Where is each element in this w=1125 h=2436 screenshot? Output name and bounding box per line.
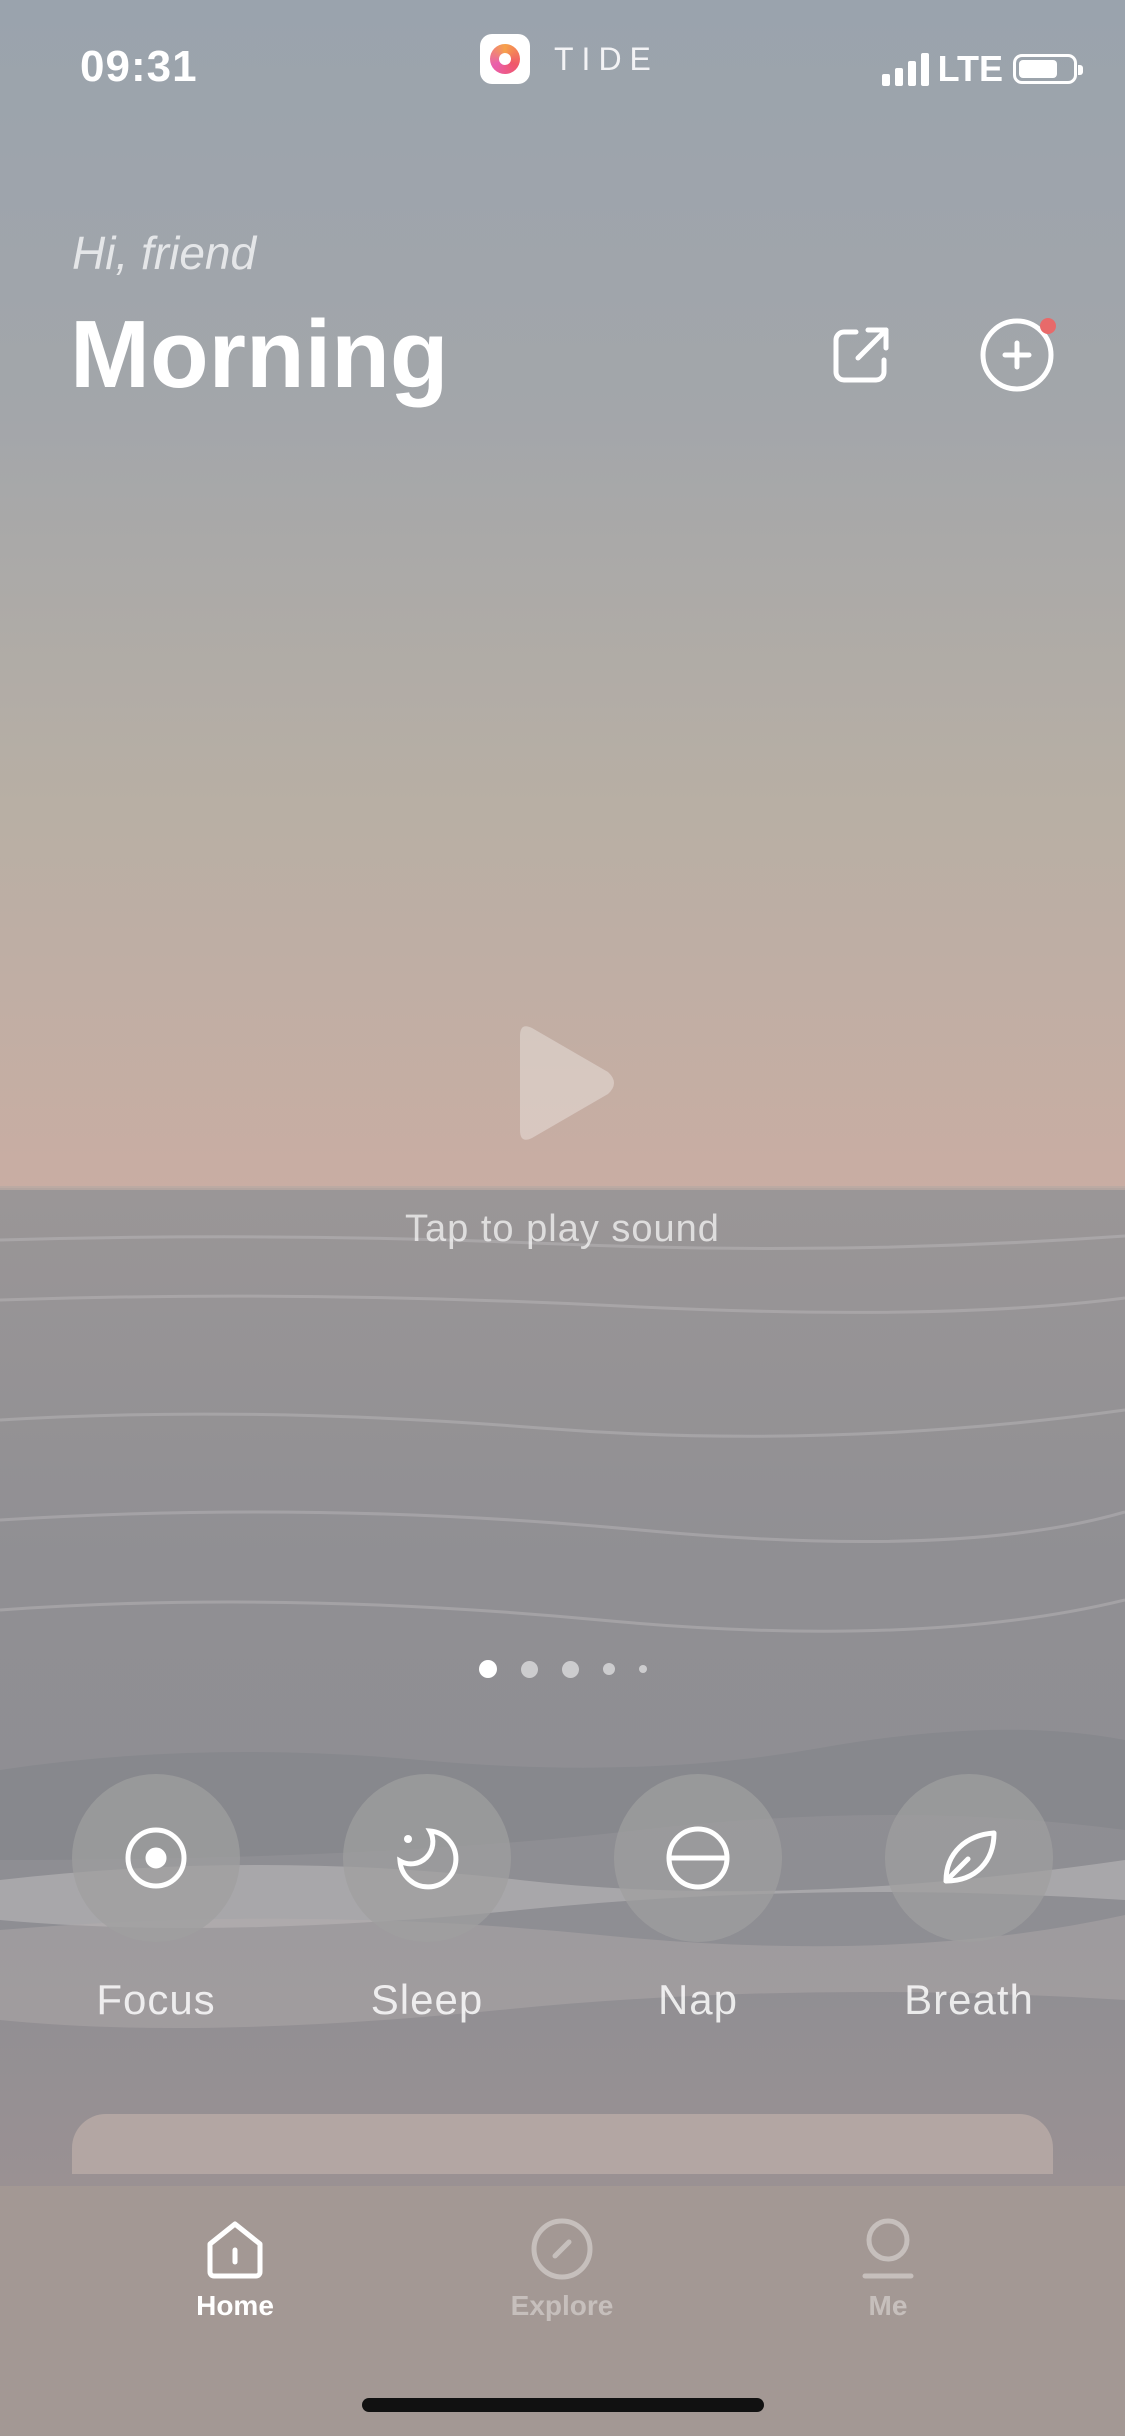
add-button[interactable] <box>972 310 1062 400</box>
mode-nap[interactable]: Nap <box>614 1774 782 2024</box>
tab-label: Me <box>868 2290 908 2321</box>
content-card[interactable] <box>72 2114 1053 2174</box>
share-external-icon <box>833 327 889 383</box>
greeting-text: Hi, friend <box>72 227 257 279</box>
half-circle-icon <box>666 1826 730 1890</box>
home-indicator[interactable] <box>362 2398 764 2412</box>
mode-label: Breath <box>904 1976 1034 2023</box>
app-name: TIDE <box>554 40 659 77</box>
mode-label: Sleep <box>370 1976 484 2023</box>
page-indicator <box>0 1660 1125 1678</box>
target-icon <box>125 1827 187 1889</box>
play-caption: Tap to play sound <box>405 1208 720 1250</box>
focus-button[interactable] <box>72 1774 240 1942</box>
leaf-icon <box>943 1830 997 1884</box>
status-time: 09:31 <box>80 42 198 91</box>
page-dot[interactable] <box>478 1660 497 1678</box>
play-button[interactable] <box>508 1018 620 1148</box>
share-button[interactable] <box>816 310 906 400</box>
mode-sleep[interactable]: Sleep <box>343 1774 511 2024</box>
compass-icon <box>531 2218 593 2280</box>
network-type: LTE <box>937 48 1003 89</box>
page-dot[interactable] <box>520 1660 538 1678</box>
page-title: Morning <box>70 301 449 408</box>
mode-focus[interactable]: Focus <box>72 1774 240 2024</box>
mode-label: Focus <box>96 1976 216 2023</box>
status-indicators: LTE <box>881 48 1083 90</box>
tab-label: Home <box>196 2290 274 2321</box>
tab-label: Explore <box>510 2290 614 2321</box>
signal-strength-icon <box>881 52 934 86</box>
notification-badge <box>1040 318 1056 334</box>
page-dot[interactable] <box>602 1663 615 1675</box>
app-logo-icon <box>480 34 530 84</box>
breath-button[interactable] <box>885 1774 1053 1942</box>
person-icon <box>862 2218 914 2279</box>
mode-breath[interactable]: Breath <box>885 1774 1053 2024</box>
home-icon <box>207 2221 263 2279</box>
tab-me[interactable]: Me <box>768 2216 1008 2322</box>
nap-button[interactable] <box>614 1774 782 1942</box>
battery-icon <box>1013 54 1083 84</box>
tab-explore[interactable]: Explore <box>442 2216 682 2322</box>
page-dot[interactable] <box>638 1665 647 1673</box>
tab-home[interactable]: Home <box>115 2216 355 2322</box>
mode-label: Nap <box>657 1976 739 2023</box>
page-dot[interactable] <box>561 1660 579 1678</box>
mode-selector: Focus Sleep Nap Breath <box>72 1774 1053 2024</box>
app-brand: TIDE <box>480 34 659 84</box>
sleep-button[interactable] <box>343 1774 511 1942</box>
play-icon <box>520 1026 614 1140</box>
moon-icon <box>397 1828 459 1890</box>
status-bar: 09:31 TIDE LTE <box>0 0 1125 140</box>
